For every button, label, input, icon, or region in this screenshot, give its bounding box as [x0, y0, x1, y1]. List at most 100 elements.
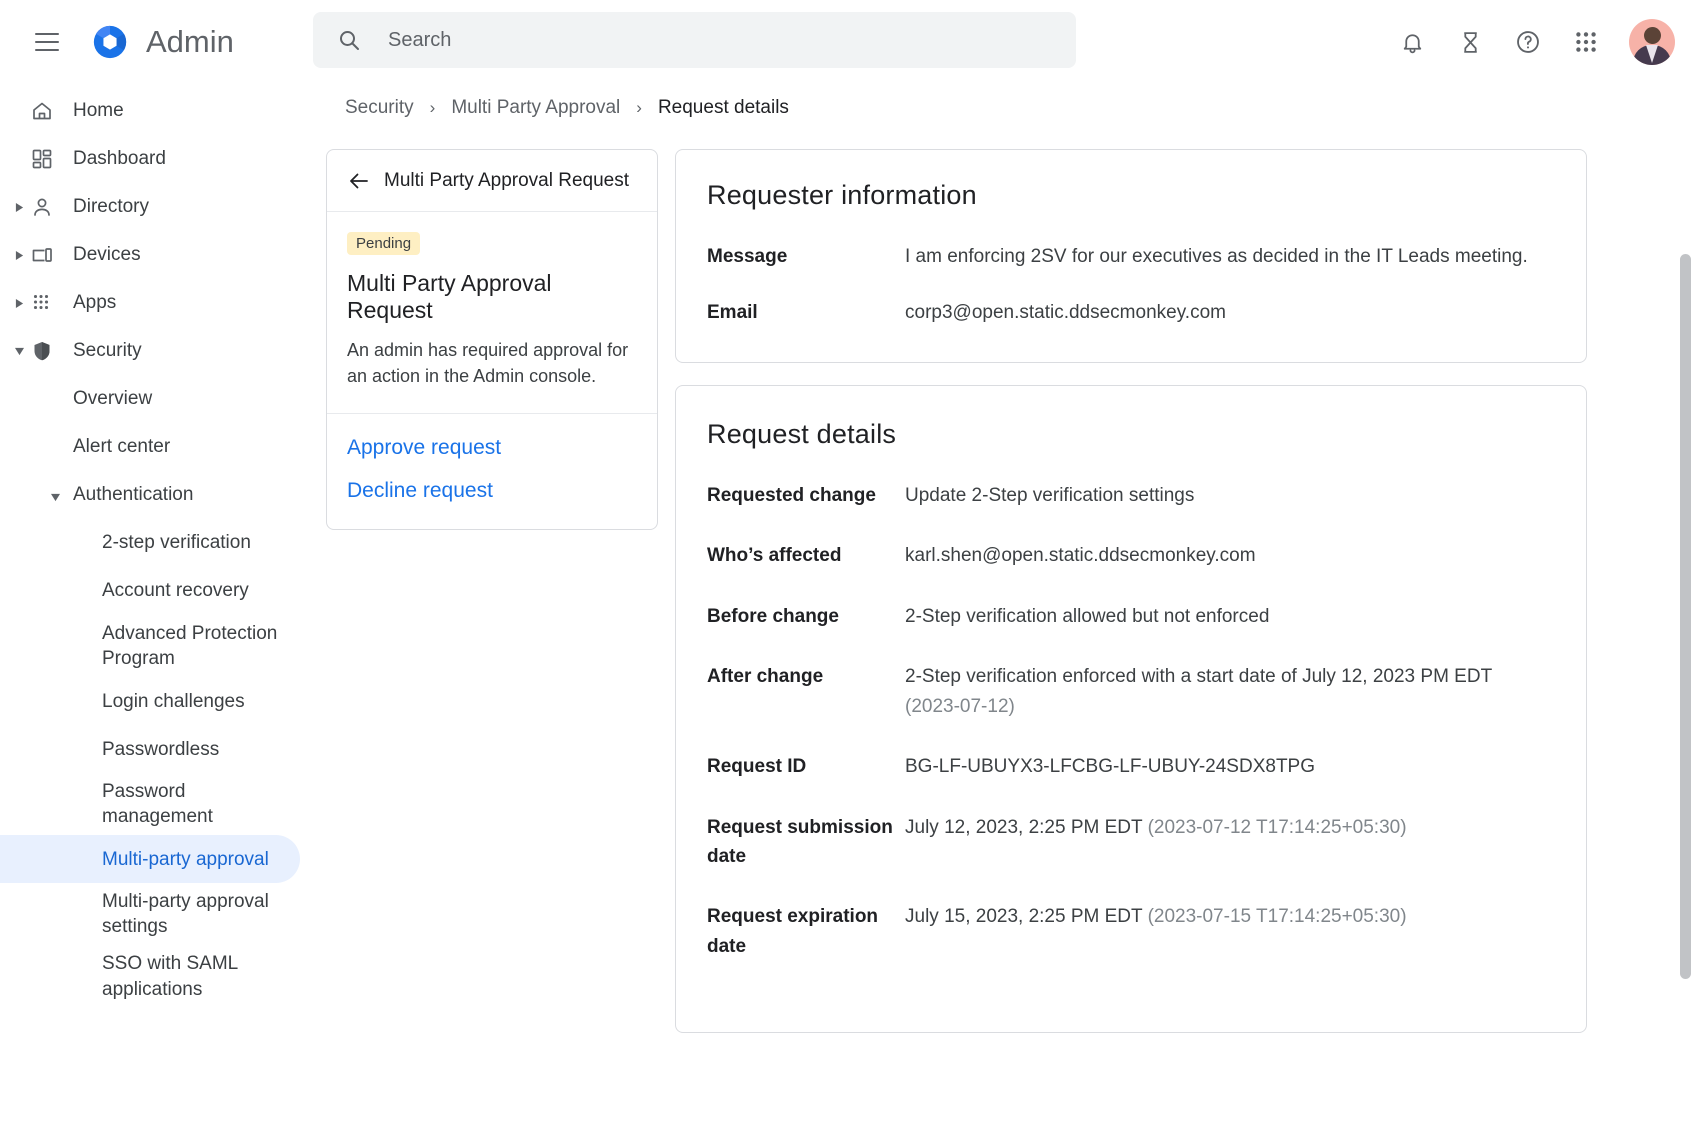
home-icon — [30, 99, 54, 123]
chevron-right-icon[interactable] — [8, 292, 30, 314]
sidebar-item-label: Directory — [73, 196, 149, 218]
search-icon — [337, 28, 361, 52]
sidebar-item-2-step-verification[interactable]: 2-step verification — [0, 519, 300, 567]
chevron-down-icon[interactable] — [50, 486, 68, 504]
request-card-header[interactable]: Multi Party Approval Request — [327, 150, 657, 212]
chevron-right-icon[interactable] — [8, 196, 30, 218]
apps-dots-icon — [30, 291, 54, 315]
sidebar-item-label: Overview — [73, 386, 152, 411]
person-icon — [30, 195, 54, 219]
details-row-expiration-date: Request expiration date July 15, 2023, 2… — [707, 902, 1552, 961]
row-key: Requested change — [707, 481, 905, 510]
row-value-muted: (2023-07-15 T17:14:25+05:30) — [1148, 906, 1407, 927]
sidebar-item-authentication[interactable]: Authentication — [0, 471, 300, 519]
details-row-after-change: After change 2-Step verification enforce… — [707, 662, 1552, 721]
row-value-text: Update 2-Step verification settings — [905, 485, 1194, 506]
sidebar-item-label: Advanced Protection Program — [102, 621, 292, 671]
breadcrumb: Security › Multi Party Approval › Reques… — [345, 84, 1700, 132]
main-content: Security › Multi Party Approval › Reques… — [313, 84, 1700, 1129]
google-admin-logo — [91, 23, 129, 61]
request-card-actions: Approve request Decline request — [327, 414, 657, 529]
sidebar-item-password-management[interactable]: Password management — [0, 773, 300, 835]
breadcrumb-item-request-details: Request details — [658, 97, 789, 119]
details-row-submission-date: Request submission date July 12, 2023, 2… — [707, 813, 1552, 872]
row-value-muted: (2023-07-12 T17:14:25+05:30) — [1148, 817, 1407, 838]
row-key: After change — [707, 662, 905, 721]
sidebar-item-security[interactable]: Security — [0, 327, 313, 375]
status-badge: Pending — [347, 232, 420, 255]
sidebar-item-label: Alert center — [73, 434, 170, 459]
sidebar-item-passwordless[interactable]: Passwordless — [0, 725, 300, 773]
chevron-right-icon: › — [430, 98, 436, 118]
row-value-muted: (2023-07-12) — [905, 696, 1015, 717]
row-key: Request ID — [707, 752, 905, 781]
request-card-header-title: Multi Party Approval Request — [384, 170, 629, 192]
avatar-head — [1644, 27, 1661, 44]
breadcrumb-item-security[interactable]: Security — [345, 97, 414, 119]
details-row-requested-change: Requested change Update 2-Step verificat… — [707, 481, 1552, 510]
sidebar-item-directory[interactable]: Directory — [0, 183, 313, 231]
row-key: Who’s affected — [707, 541, 905, 570]
search-placeholder: Search — [388, 29, 451, 52]
sidebar-item-login-challenges[interactable]: Login challenges — [0, 677, 300, 725]
sidebar-item-sso-with-saml-applications[interactable]: SSO with SAML applications — [0, 945, 300, 1007]
request-card-body: Pending Multi Party Approval Request An … — [327, 212, 657, 414]
row-value: July 15, 2023, 2:25 PM EDT (2023-07-15 T… — [905, 902, 1407, 961]
row-value-text: July 15, 2023, 2:25 PM EDT — [905, 906, 1148, 927]
shield-icon — [30, 339, 54, 363]
devices-icon — [30, 243, 54, 267]
hourglass-icon[interactable] — [1441, 13, 1499, 71]
row-value: Update 2-Step verification settings — [905, 481, 1194, 510]
sidebar-item-dashboard[interactable]: Dashboard — [0, 135, 313, 183]
sidebar-item-overview[interactable]: Overview — [0, 375, 300, 423]
arrow-back-icon[interactable] — [347, 169, 371, 193]
row-value: 2-Step verification enforced with a star… — [905, 662, 1545, 721]
decline-request-button[interactable]: Decline request — [347, 479, 637, 503]
approve-request-button[interactable]: Approve request — [347, 436, 637, 460]
search-input[interactable]: Search — [313, 12, 1076, 68]
sidebar-item-label: Devices — [73, 244, 141, 266]
row-value: July 12, 2023, 2:25 PM EDT (2023-07-12 T… — [905, 813, 1407, 872]
row-value: corp3@open.static.ddsecmonkey.com — [905, 298, 1226, 327]
apps-grid-icon[interactable] — [1557, 13, 1615, 71]
request-card-title: Multi Party Approval Request — [347, 270, 637, 324]
row-key: Before change — [707, 602, 905, 631]
sidebar-item-multi-party-approval-settings[interactable]: Multi-party approval settings — [0, 883, 300, 945]
breadcrumb-item-multi-party-approval[interactable]: Multi Party Approval — [451, 97, 620, 119]
sidebar-item-label: Multi-party approval settings — [102, 889, 292, 939]
app-title: Admin — [146, 24, 234, 60]
chevron-right-icon[interactable] — [8, 244, 30, 266]
sidebar-item-label: 2-step verification — [102, 530, 251, 555]
sidebar-item-account-recovery[interactable]: Account recovery — [0, 567, 300, 615]
notifications-icon[interactable] — [1383, 13, 1441, 71]
sidebar-item-label: Passwordless — [102, 737, 219, 762]
row-key: Request submission date — [707, 813, 905, 872]
sidebar-item-label: Multi-party approval — [102, 847, 269, 872]
sidebar-item-label: Account recovery — [102, 578, 249, 603]
sidebar-item-label: Dashboard — [73, 148, 166, 170]
sidebar-item-alert-center[interactable]: Alert center — [0, 423, 300, 471]
details-row-before-change: Before change 2-Step verification allowe… — [707, 602, 1552, 631]
row-value: BG-LF-UBUYX3-LFCBG-LF-UBUY-24SDX8TPG — [905, 752, 1315, 781]
sidebar-item-devices[interactable]: Devices — [0, 231, 313, 279]
content-panes: Multi Party Approval Request Pending Mul… — [326, 149, 1700, 1033]
hamburger-icon[interactable] — [23, 18, 71, 66]
request-details-title: Request details — [707, 419, 1552, 450]
sidebar-item-label: Login challenges — [102, 689, 245, 714]
sidebar-item-label: Security — [73, 340, 142, 362]
sidebar-item-label: SSO with SAML applications — [102, 951, 292, 1001]
sidebar-item-apps[interactable]: Apps — [0, 279, 313, 327]
vertical-scrollbar[interactable] — [1680, 254, 1691, 979]
sidebar-item-home[interactable]: Home — [0, 87, 313, 135]
sidebar-item-label: Home — [73, 100, 124, 122]
avatar[interactable] — [1629, 19, 1675, 65]
sidebar-item-advanced-protection-program[interactable]: Advanced Protection Program — [0, 615, 300, 677]
row-value: I am enforcing 2SV for our executives as… — [905, 242, 1528, 271]
row-value: 2-Step verification allowed but not enfo… — [905, 602, 1269, 631]
requester-information-title: Requester information — [707, 180, 1552, 211]
row-value-text: karl.shen@open.static.ddsecmonkey.com — [905, 545, 1256, 566]
sidebar-item-multi-party-approval[interactable]: Multi-party approval — [0, 835, 300, 883]
help-icon[interactable] — [1499, 13, 1557, 71]
chevron-down-icon[interactable] — [8, 340, 30, 362]
request-summary-card: Multi Party Approval Request Pending Mul… — [326, 149, 658, 530]
